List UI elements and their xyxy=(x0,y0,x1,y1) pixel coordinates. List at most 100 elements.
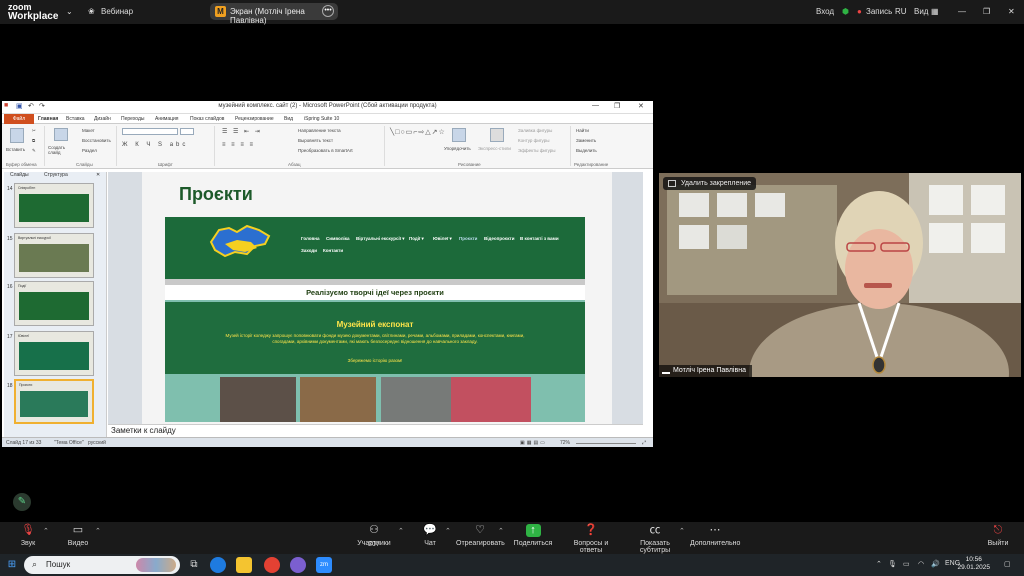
more-button[interactable]: ⋯ Дополнительно xyxy=(690,524,740,547)
reset-button[interactable]: Восстановить xyxy=(82,138,111,143)
tab-design[interactable]: Дизайн xyxy=(94,116,111,122)
volume-icon[interactable]: 🔊 xyxy=(931,560,940,568)
task-view-icon[interactable]: ⧉ xyxy=(186,557,202,573)
chat-button[interactable]: 💬 Чат xyxy=(418,524,442,547)
font-name-field[interactable] xyxy=(122,128,178,135)
viber-icon[interactable] xyxy=(290,557,306,573)
paste-icon[interactable] xyxy=(10,128,24,143)
slide-thumbnail[interactable]: Ювілеї xyxy=(14,331,94,376)
tab-animation[interactable]: Анимация xyxy=(155,116,178,122)
tab-home[interactable]: Главная xyxy=(38,116,58,122)
ppt-restore-icon[interactable]: ❐ xyxy=(614,102,620,110)
mic-tray-icon[interactable]: 🎙 xyxy=(888,560,897,568)
section-button[interactable]: Раздел xyxy=(82,148,97,153)
slide-notes-field[interactable]: Заметки к слайду xyxy=(108,424,643,436)
more-options-icon[interactable]: ••• xyxy=(322,5,334,17)
taskbar-clock[interactable]: 10:56 29.01.2025 xyxy=(957,556,990,572)
select-button[interactable]: Выделить xyxy=(576,148,597,153)
minimize-icon[interactable]: — xyxy=(958,7,966,16)
chevron-up-icon[interactable]: ⌃ xyxy=(95,527,101,535)
shape-fill-button[interactable]: Заливка фигуры xyxy=(518,128,552,133)
tab-file[interactable]: Файл xyxy=(4,114,34,124)
close-pane-icon[interactable]: ✕ xyxy=(96,172,100,178)
unpin-button[interactable]: Удалить закрепление xyxy=(663,177,757,190)
cut-icon[interactable]: ✂ xyxy=(32,128,36,134)
slide-thumbnail[interactable]: Події xyxy=(14,281,94,326)
quick-styles-button[interactable]: Экспресс-стили xyxy=(478,146,511,151)
notifications-icon[interactable]: ▢ xyxy=(1004,560,1011,568)
file-explorer-icon[interactable] xyxy=(236,557,252,573)
tab-outline[interactable]: Структура xyxy=(44,172,68,178)
slide-title[interactable]: Проєкти xyxy=(179,184,253,205)
chrome-icon[interactable] xyxy=(264,557,280,573)
format-painter-icon[interactable]: ✎ xyxy=(32,148,36,154)
participant-video[interactable]: Удалить закрепление Мотліч Ірена Павлівн… xyxy=(659,173,1021,377)
zoom-slider[interactable] xyxy=(576,443,636,444)
qa-button[interactable]: ❓ Вопросы и ответы xyxy=(562,524,620,554)
tab-view[interactable]: Вид xyxy=(284,116,293,122)
ppt-minimize-icon[interactable]: — xyxy=(592,102,599,109)
new-slide-button[interactable]: Создать слайд xyxy=(48,145,76,155)
tray-chevron-icon[interactable]: ⌃ xyxy=(876,560,882,568)
chevron-down-icon[interactable]: ⌄ xyxy=(66,7,73,16)
copy-icon[interactable]: ⧉ xyxy=(32,138,35,143)
react-button[interactable]: ♡ Отреагировать xyxy=(456,524,505,547)
tab-ispring[interactable]: iSpring Suite 10 xyxy=(304,116,339,122)
windows-start-icon[interactable]: ⊞ xyxy=(4,557,20,573)
restore-icon[interactable]: ❐ xyxy=(983,7,990,16)
font-format-icons[interactable]: Ж К Ч S abc xyxy=(122,142,188,148)
shapes-gallery[interactable]: ╲□○▭⌐⇨△↗☆ xyxy=(390,128,446,136)
font-size-field[interactable] xyxy=(180,128,194,135)
slide-thumbnail-selected[interactable]: Проєкти xyxy=(14,379,94,424)
tab-slides[interactable]: Слайды xyxy=(10,172,29,178)
replace-button[interactable]: Заменить xyxy=(576,138,596,143)
view-button[interactable]: Вид xyxy=(914,7,928,16)
shape-effects-button[interactable]: Эффекты фигуры xyxy=(518,148,556,153)
chevron-up-icon[interactable]: ⌃ xyxy=(398,527,404,535)
grid-icon[interactable]: ▦ xyxy=(931,7,939,16)
share-button[interactable]: ↑ Поделиться xyxy=(512,524,554,547)
tab-insert[interactable]: Вставка xyxy=(66,116,85,122)
new-slide-icon[interactable] xyxy=(54,128,68,141)
taskbar-search[interactable]: ⌕ Пошук xyxy=(24,556,180,574)
slide-thumbnail[interactable]: Співробітн xyxy=(14,183,94,228)
paste-button[interactable]: Вставить xyxy=(6,147,25,152)
chevron-up-icon[interactable]: ⌃ xyxy=(43,527,49,535)
screen-share-indicator[interactable]: M Экран (Мотліч Ірена Павлівна) ••• xyxy=(210,3,338,25)
chevron-up-icon[interactable]: ⌃ xyxy=(445,527,451,535)
close-icon[interactable]: ✕ xyxy=(1008,7,1015,16)
audio-button[interactable]: 🎙 Звук xyxy=(10,524,46,547)
tab-transitions[interactable]: Переходы xyxy=(121,116,144,122)
captions-button[interactable]: ㏄ Показать субтитры xyxy=(626,524,684,554)
arrange-icon[interactable] xyxy=(452,128,466,142)
text-direction-button[interactable]: Направление текста xyxy=(298,128,341,133)
chevron-up-icon[interactable]: ⌃ xyxy=(498,527,504,535)
record-label[interactable]: Запись xyxy=(866,7,892,16)
fit-slide-icon[interactable]: ⤢ xyxy=(642,440,646,446)
edge-icon[interactable] xyxy=(210,557,226,573)
align-text-button[interactable]: Выровнять текст xyxy=(298,138,333,143)
slide-canvas[interactable]: Проєкти Головна Символіка Віртуальні екс… xyxy=(142,172,612,424)
chevron-up-icon[interactable]: ⌃ xyxy=(679,527,685,535)
wifi-icon[interactable]: ◠ xyxy=(918,560,924,568)
slide-thumbnail[interactable]: Виртуальні екскурсії xyxy=(14,233,94,278)
layout-button[interactable]: Макет xyxy=(82,128,95,133)
camera-tray-icon[interactable]: ▭ xyxy=(903,560,910,568)
smartart-button[interactable]: Преобразовать в SmartArt xyxy=(298,148,353,153)
arrange-button[interactable]: Упорядочить xyxy=(444,146,471,151)
login-link[interactable]: Вход xyxy=(816,7,834,16)
ppt-close-icon[interactable]: ✕ xyxy=(638,102,644,110)
annotate-pencil-icon[interactable]: ✎ xyxy=(13,493,31,511)
leave-button[interactable]: ⎋ Выйти xyxy=(985,524,1011,547)
language-label[interactable]: RU xyxy=(895,7,907,16)
align-icons[interactable]: ≡ ≡ ≡ ≡ xyxy=(222,142,255,148)
video-button[interactable]: ▭ Видео xyxy=(60,524,96,547)
list-icons[interactable]: ☰ ☰ ⇤ ⇥ xyxy=(222,128,262,135)
view-buttons-icon[interactable]: ▣▦▤▭ xyxy=(520,440,547,446)
participants-button[interactable]: ⚇ 207 Участники xyxy=(354,524,394,548)
tab-review[interactable]: Рецензирование xyxy=(235,116,274,122)
zoom-app-icon[interactable]: zm xyxy=(316,557,332,573)
shape-outline-button[interactable]: Контур фигуры xyxy=(518,138,549,143)
tab-slideshow[interactable]: Показ слайдов xyxy=(190,116,224,122)
find-button[interactable]: Найти xyxy=(576,128,589,133)
